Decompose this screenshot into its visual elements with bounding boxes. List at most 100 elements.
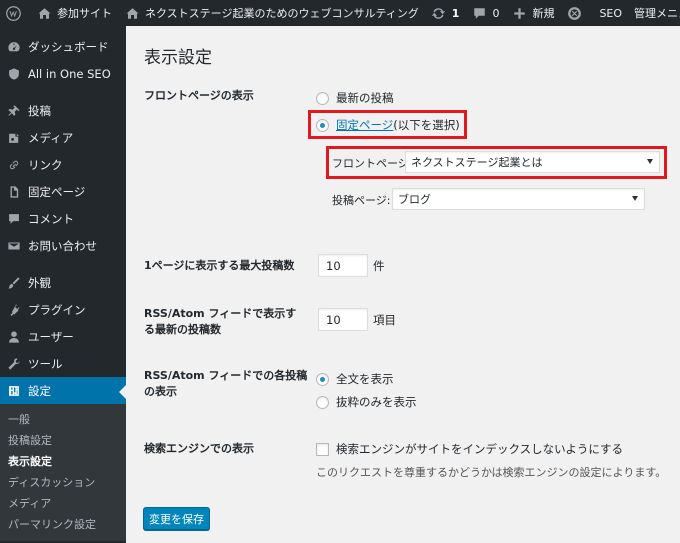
rss-count-label: RSS/Atom フィードで表示する最新の投稿数 — [144, 307, 297, 336]
admin-menu-label: 管理メニュー — [634, 7, 680, 20]
submenu-item-media[interactable]: メディア — [0, 493, 126, 514]
sidebar-item-label: お問い合わせ — [28, 238, 97, 253]
front-latest-option[interactable]: 最新の投稿 — [316, 90, 394, 106]
submenu-item-general[interactable]: 一般 — [0, 409, 126, 430]
sidebar-item-label: ダッシュボード — [28, 39, 109, 54]
sidebar-item-links[interactable]: リンク — [0, 151, 126, 178]
plugin-icon — [6, 302, 22, 318]
new-content-menu[interactable]: 新規 — [505, 0, 560, 26]
seo-label: SEO — [599, 6, 623, 20]
posts-page-select-label: 投稿ページ: — [332, 194, 391, 207]
sidebar-item-media[interactable]: メディア — [0, 124, 126, 151]
submenu-item-reading[interactable]: 表示設定 — [0, 451, 126, 472]
front-static-radio[interactable] — [316, 118, 329, 132]
static-page-suffix: (以下を選択) — [393, 118, 460, 132]
sidebar-item-settings[interactable]: 設定 — [0, 377, 126, 404]
updates-count: 1 — [451, 6, 460, 20]
sidebar-item-label: メディア — [28, 130, 74, 145]
chevron-down-icon — [647, 159, 653, 164]
sidebar-item-all-in-one-seo[interactable]: All in One SEO — [0, 60, 126, 87]
sidebar-item-plugins[interactable]: プラグイン — [0, 296, 126, 323]
posts-page-select-value: ブログ — [398, 193, 431, 206]
site-home-menu[interactable]: ネクストステージ起業のためのウェブコンサルティング — [118, 0, 425, 26]
rss-full-option[interactable]: 全文を表示 — [316, 371, 394, 387]
settings-submenu: 一般 投稿設定 表示設定 ディスカッション メディア パーマリンク設定 — [0, 404, 126, 541]
sidebar-item-label: 設定 — [28, 383, 51, 398]
sidebar-item-dashboard[interactable]: ダッシュボード — [0, 33, 126, 60]
front-page-select-value: ネクストステージ起業とは — [411, 156, 543, 169]
sidebar-item-label: 投稿 — [28, 103, 51, 118]
rss-count-input[interactable]: 10 — [318, 308, 368, 331]
posts-per-page-input[interactable]: 10 — [318, 254, 368, 277]
front-latest-label: 最新の投稿 — [336, 91, 394, 105]
main-content: 表示設定 フロントページの表示 最新の投稿 固定ページ (以下を選択) フロント… — [126, 26, 680, 543]
front-static-option[interactable]: 固定ページ (以下を選択) — [316, 117, 460, 133]
pin-icon — [6, 103, 22, 119]
sidebar-item-posts[interactable]: 投稿 — [0, 97, 126, 124]
page-title: 表示設定 — [144, 48, 212, 68]
rss-summary-option[interactable]: 抜粋のみを表示 — [316, 394, 417, 410]
wordpress-logo-button[interactable] — [0, 0, 30, 26]
menu-separator — [0, 87, 126, 97]
posts-per-page-label: 1ページに表示する最大投稿数 — [144, 259, 295, 272]
settings-icon — [6, 383, 22, 399]
menu-separator — [0, 259, 126, 269]
noindex-option[interactable]: 検索エンジンがサイトをインデックスしないようにする — [316, 441, 623, 457]
save-button[interactable]: 変更を保存 — [143, 507, 210, 530]
admin-menu[interactable]: 管理メニュー — [628, 0, 680, 26]
sidebar-item-label: ツール — [28, 356, 63, 371]
static-page-link[interactable]: 固定ページ — [336, 117, 393, 133]
posts-per-page-unit: 件 — [373, 259, 385, 273]
sidebar-item-label: 外観 — [28, 275, 51, 290]
site-home-title: ネクストステージ起業のためのウェブコンサルティング — [145, 7, 419, 20]
media-icon — [6, 130, 22, 146]
search-engine-description: このリクエストを尊重するかどうかは検索エンジンの設定によります。 — [316, 466, 667, 479]
seo-menu[interactable]: SEO — [593, 0, 628, 26]
sidebar-item-pages[interactable]: 固定ページ — [0, 178, 126, 205]
updates-menu[interactable]: 1 — [425, 0, 466, 26]
sidebar-item-label: プラグイン — [28, 302, 86, 317]
my-sites-menu[interactable]: 参加サイト — [30, 0, 118, 26]
sidebar-item-comments[interactable]: コメント — [0, 205, 126, 232]
link-icon — [6, 157, 22, 173]
home-icon — [124, 5, 140, 21]
submenu-item-discussion[interactable]: ディスカッション — [0, 472, 126, 493]
front-latest-radio[interactable] — [316, 91, 329, 105]
user-icon — [6, 329, 22, 345]
sidebar-item-contact[interactable]: お問い合わせ — [0, 232, 126, 259]
rss-summary-label: 抜粋のみを表示 — [336, 395, 417, 409]
sidebar-item-label: ユーザー — [28, 329, 74, 344]
sidebar-item-tools[interactable]: ツール — [0, 350, 126, 377]
front-page-label: フロントページの表示 — [144, 89, 254, 102]
comment-icon — [471, 5, 487, 21]
rss-summary-radio[interactable] — [316, 395, 329, 409]
front-page-select[interactable]: ネクストステージ起業とは — [405, 151, 660, 173]
noindex-label: 検索エンジンがサイトをインデックスしないようにする — [336, 442, 624, 456]
comment-icon — [6, 211, 22, 227]
mail-icon — [6, 238, 22, 254]
seo-plugin-menu[interactable] — [560, 0, 593, 26]
comments-menu[interactable]: 0 — [465, 0, 505, 26]
posts-page-select[interactable]: ブログ — [392, 188, 645, 210]
sidebar-item-appearance[interactable]: 外観 — [0, 269, 126, 296]
comments-count: 0 — [492, 6, 500, 20]
rss-full-radio[interactable] — [316, 372, 329, 386]
submenu-item-writing[interactable]: 投稿設定 — [0, 430, 126, 451]
chevron-down-icon — [632, 196, 638, 201]
refresh-icon — [431, 5, 447, 21]
sidebar-item-label: 固定ページ — [28, 184, 86, 199]
submenu-item-permalinks[interactable]: パーマリンク設定 — [0, 514, 126, 535]
admin-bar: 参加サイト ネクストステージ起業のためのウェブコンサルティング 1 0 新規 S… — [0, 0, 680, 26]
sites-icon — [36, 5, 52, 21]
rss-full-label: 全文を表示 — [336, 372, 394, 386]
sidebar-item-users[interactable]: ユーザー — [0, 323, 126, 350]
rss-display-label: RSS/Atom フィードでの各投稿の表示 — [144, 369, 308, 398]
sidebar-item-label: All in One SEO — [28, 66, 111, 81]
dashboard-icon — [6, 39, 22, 55]
noindex-checkbox[interactable] — [316, 442, 329, 456]
page-icon — [6, 184, 22, 200]
brush-icon — [6, 275, 22, 291]
admin-sidebar: ダッシュボード All in One SEO 投稿 メディア リンク 固定ページ… — [0, 26, 126, 543]
sidebar-item-label: リンク — [28, 157, 63, 172]
site-name-label: 参加サイト — [57, 7, 112, 20]
